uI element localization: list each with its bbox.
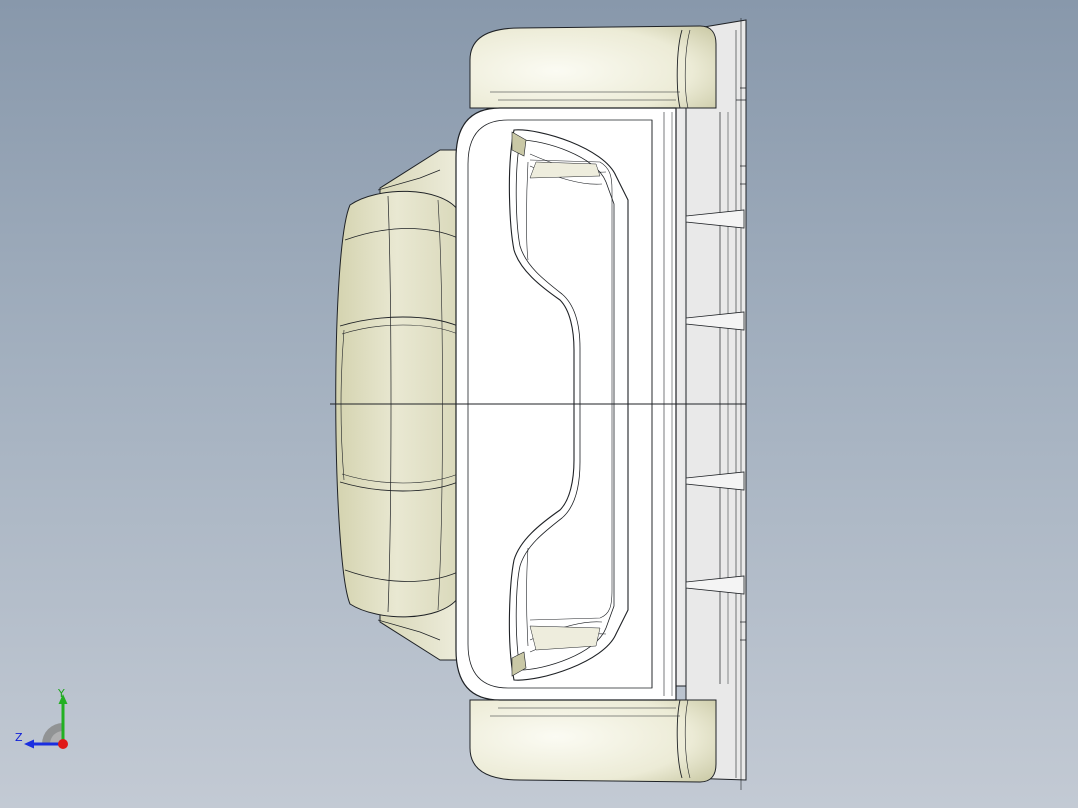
3d-part-model[interactable] — [0, 0, 1078, 808]
orientation-triad: Y Z — [10, 684, 80, 754]
triad-y-label: Y — [58, 687, 65, 700]
graphics-viewport[interactable]: Y Z — [0, 0, 1078, 808]
bottom-shoulder-cap — [469, 699, 717, 783]
x-axis-dot — [58, 739, 68, 749]
top-shoulder-cap — [469, 25, 746, 109]
triad-z-label: Z — [15, 731, 23, 744]
